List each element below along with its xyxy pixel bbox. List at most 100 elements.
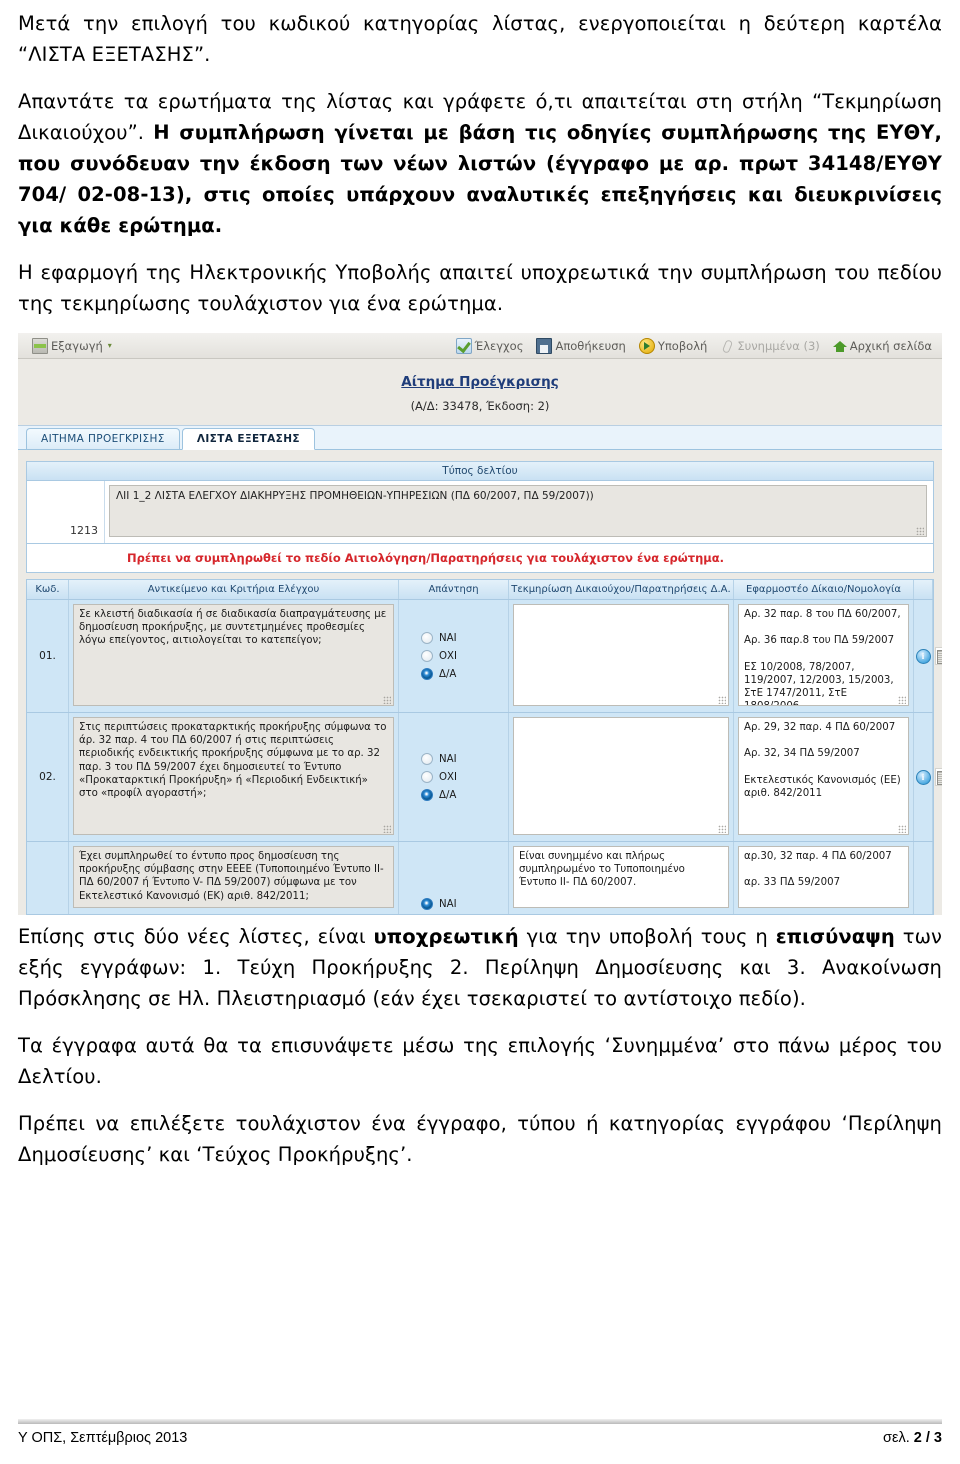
column-header-documentation[interactable]: Τεκμηρίωση Δικαιούχου/Παρατηρήσεις Δ.Α. <box>509 580 734 599</box>
paragraph-2: Απαντάτε τα ερωτήματα της λίστας και γρά… <box>18 86 942 241</box>
radio-label-nai: ΝΑΙ <box>439 632 457 644</box>
row-law-field[interactable]: αρ.30, 32 παρ. 4 ΠΔ 60/2007 αρ. 33 ΠΔ 59… <box>738 846 909 908</box>
deltio-type-header: Τύπος δελτίου <box>26 461 934 481</box>
paperclip-icon <box>720 339 734 353</box>
check-button[interactable]: Έλεγχος <box>455 337 523 354</box>
row-criterion-field[interactable]: Στις περιπτώσεις προκαταρκτικής προκήρυξ… <box>73 717 394 835</box>
radio-icon <box>421 650 433 662</box>
attachments-label: Συνημμένα (3) <box>737 338 820 353</box>
deltio-type-panel: Τύπος δελτίου 1213 ΛΙΙ 1_2 ΛΙΣΤΑ ΕΛΕΓΧΟΥ… <box>18 461 942 579</box>
column-header-criterion[interactable]: Αντικείμενο και Κριτήρια Ελέγχου <box>69 580 399 599</box>
resize-grip-icon[interactable] <box>383 825 391 833</box>
footer-divider <box>18 1419 942 1424</box>
row-criterion-field[interactable]: Σε κλειστή διαδικασία ή σε διαδικασία δι… <box>73 604 394 706</box>
application-screenshot: Εξαγωγή ▾ Έλεγχος Αποθήκευση Υποβολή Συν… <box>18 333 942 915</box>
page-subtitle: (Α/Δ: 33478, Έκδοση: 2) <box>410 399 550 413</box>
row-criterion-text: Στις περιπτώσεις προκαταρκτικής προκήρυξ… <box>79 722 387 800</box>
column-header-info <box>914 580 933 599</box>
save-icon <box>536 337 553 354</box>
row-answer-group: ΝΑΙ <box>399 842 509 914</box>
home-button[interactable]: Αρχική σελίδα <box>832 338 932 353</box>
tab-bar: ΑΙΤΗΜΑ ΠΡΟΕΓΚΡΙΣΗΣ ΛΙΣΤΑ ΕΞΕΤΑΣΗΣ <box>18 426 942 450</box>
column-header-law[interactable]: Εφαρμοστέο Δίκαιο/Νομολογία <box>734 580 914 599</box>
submit-icon <box>638 337 655 354</box>
radio-icon <box>421 771 433 783</box>
deltio-type-code: 1213 <box>27 481 105 543</box>
resize-grip-icon[interactable] <box>916 527 924 535</box>
radio-label-da: Δ/Α <box>439 668 457 680</box>
attachments-button[interactable]: Συνημμένα (3) <box>720 339 819 353</box>
row-criterion-text: Σε κλειστή διαδικασία ή σε διαδικασία δι… <box>79 609 387 647</box>
radio-option-da[interactable]: Δ/Α <box>421 789 508 801</box>
radio-icon <box>421 632 433 644</box>
radio-option-oxi[interactable]: ΟΧΙ <box>421 771 508 783</box>
save-button[interactable]: Αποθήκευση <box>536 337 626 354</box>
info-icon[interactable]: i <box>915 648 931 664</box>
info-icon[interactable]: i <box>915 769 931 785</box>
radio-option-da[interactable]: Δ/Α <box>421 668 508 680</box>
column-header-actions <box>933 580 942 599</box>
row-answer-group: ΝΑΙ ΟΧΙ Δ/Α <box>399 713 509 841</box>
chevron-down-icon: ▾ <box>107 341 112 350</box>
radio-label-da: Δ/Α <box>439 789 457 801</box>
paragraph-5-text: Τα έγγραφα αυτά θα τα επισυνάψετε μέσω τ… <box>18 1034 942 1088</box>
paragraph-2-text-bold: Η συμπλήρωση γίνεται με βάση τις οδηγίες… <box>18 121 943 237</box>
app-toolbar: Εξαγωγή ▾ Έλεγχος Αποθήκευση Υποβολή Συν… <box>18 333 942 359</box>
paragraph-6: Πρέπει να επιλέξετε τουλάχιστον ένα έγγρ… <box>18 1108 942 1170</box>
table-row: 01. Σε κλειστή διαδικασία ή σε διαδικασί… <box>26 600 942 713</box>
home-icon <box>832 339 847 353</box>
app-header: Αίτημα Προέγκρισης (Α/Δ: 33478, Έκδοση: … <box>18 359 942 426</box>
column-header-answer[interactable]: Απάντηση <box>399 580 509 599</box>
row-criterion-field[interactable]: Έχει συμπληρωθεί το έντυπο προς δημοσίευ… <box>73 846 394 908</box>
page-title-link[interactable]: Αίτημα Προέγκρισης <box>401 374 558 390</box>
row-code <box>27 842 69 914</box>
document-page: Μετά την επιλογή του κωδικού κατηγορίας … <box>0 0 960 1170</box>
resize-grip-icon[interactable] <box>383 696 391 704</box>
row-law-field[interactable]: Αρ. 32 παρ. 8 του ΠΔ 60/2007, Αρ. 36 παρ… <box>738 604 909 706</box>
row-code: 01. <box>27 600 69 712</box>
radio-option-nai[interactable]: ΝΑΙ <box>421 632 508 644</box>
resize-grip-icon[interactable] <box>718 825 726 833</box>
tab-lista-exetasis[interactable]: ΛΙΣΤΑ ΕΞΕΤΑΣΗΣ <box>181 428 315 450</box>
radio-label-nai: ΝΑΙ <box>439 898 457 910</box>
submit-label: Υποβολή <box>657 338 708 353</box>
radio-icon-selected <box>421 898 433 910</box>
attach-document-icon[interactable] <box>934 647 942 665</box>
resize-grip-icon[interactable] <box>718 696 726 704</box>
row-documentation-field[interactable]: Είναι συνημμένο και πλήρως συμπληρωμένο … <box>513 846 729 908</box>
row-law-text: Αρ. 29, 32 παρ. 4 ΠΔ 60/2007 Αρ. 32, 34 … <box>744 722 901 800</box>
row-law-field[interactable]: Αρ. 29, 32 παρ. 4 ΠΔ 60/2007 Αρ. 32, 34 … <box>738 717 909 835</box>
column-header-code[interactable]: Κωδ. <box>27 580 69 599</box>
row-documentation-field[interactable] <box>513 604 729 706</box>
paragraph-4-run-3: επισύναψη <box>775 925 895 948</box>
tab-aitima-proegkrisis[interactable]: ΑΙΤΗΜΑ ΠΡΟΕΓΚΡΙΣΗΣ <box>26 428 180 449</box>
row-law-text: Αρ. 32 παρ. 8 του ΠΔ 60/2007, Αρ. 36 παρ… <box>744 609 901 705</box>
radio-label-oxi: ΟΧΙ <box>439 650 458 662</box>
radio-option-nai[interactable]: ΝΑΙ <box>421 898 508 910</box>
paragraph-5: Τα έγγραφα αυτά θα τα επισυνάψετε μέσω τ… <box>18 1030 942 1092</box>
paragraph-4-run-1: υποχρεωτική <box>373 925 519 948</box>
resize-grip-icon[interactable] <box>898 696 906 704</box>
home-label: Αρχική σελίδα <box>849 338 932 353</box>
submit-button[interactable]: Υποβολή <box>638 337 708 354</box>
radio-label-nai: ΝΑΙ <box>439 753 457 765</box>
row-law-text: αρ.30, 32 παρ. 4 ΠΔ 60/2007 αρ. 33 ΠΔ 59… <box>744 851 892 889</box>
save-label: Αποθήκευση <box>555 338 626 353</box>
deltio-type-value[interactable]: ΛΙΙ 1_2 ΛΙΣΤΑ ΕΛΕΓΧΟΥ ΔΙΑΚΗΡΥΞΗΣ ΠΡΟΜΗΘΕ… <box>109 485 927 537</box>
paragraph-4-run-0: Επίσης στις δύο νέες λίστες, είναι <box>18 925 374 948</box>
check-icon <box>455 337 472 354</box>
row-documentation-text: Είναι συνημμένο και πλήρως συμπληρωμένο … <box>519 851 685 889</box>
resize-grip-icon[interactable] <box>898 825 906 833</box>
validation-warning: Πρέπει να συμπληρωθεί το πεδίο Αιτιολόγη… <box>26 544 934 573</box>
paragraph-1: Μετά την επιλογή του κωδικού κατηγορίας … <box>18 8 942 70</box>
export-button[interactable]: Εξαγωγή ▾ <box>32 337 112 354</box>
attach-document-icon[interactable] <box>934 768 942 786</box>
radio-option-oxi[interactable]: ΟΧΙ <box>421 650 508 662</box>
footer-page-number: σελ. 2 / 3 <box>883 1430 942 1446</box>
checklist-grid: Κωδ. Αντικείμενο και Κριτήρια Ελέγχου Απ… <box>18 579 942 915</box>
row-documentation-field[interactable] <box>513 717 729 835</box>
panel-spacer <box>18 450 942 461</box>
grid-header-row: Κωδ. Αντικείμενο και Κριτήρια Ελέγχου Απ… <box>26 579 934 600</box>
paragraph-1-text: Μετά την επιλογή του κωδικού κατηγορίας … <box>18 12 942 66</box>
radio-option-nai[interactable]: ΝΑΙ <box>421 753 508 765</box>
